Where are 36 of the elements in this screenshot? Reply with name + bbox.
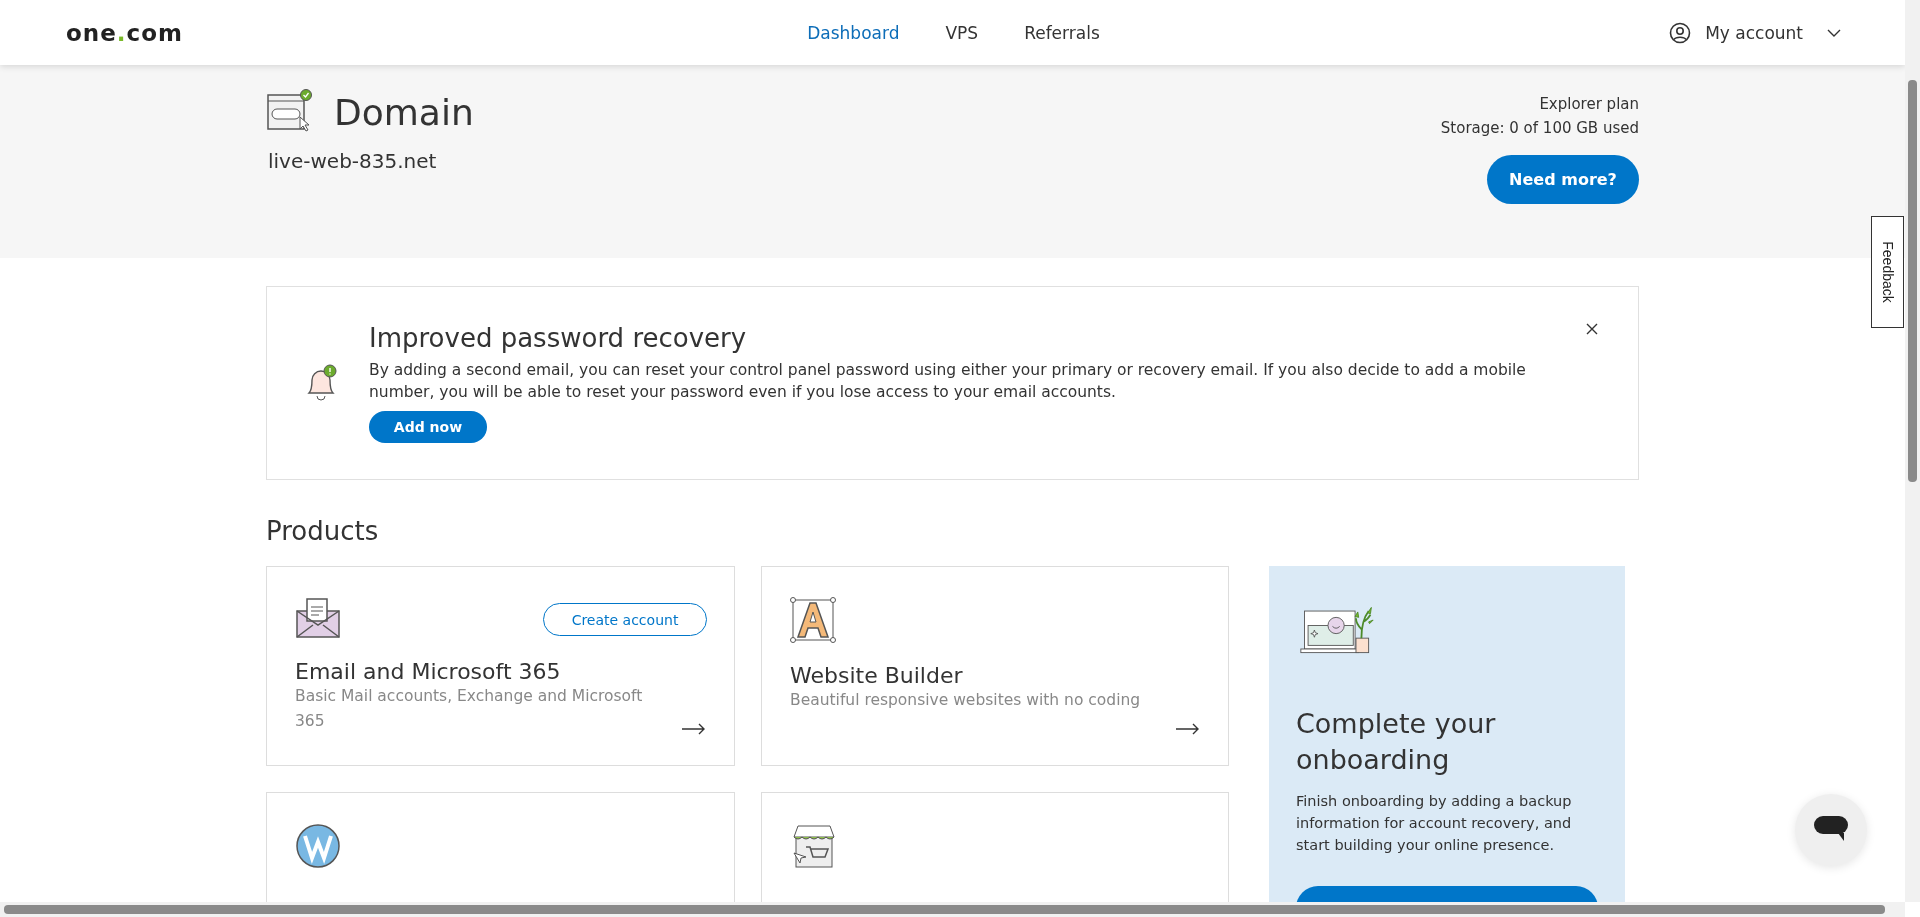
vertical-scrollbar[interactable] — [1905, 0, 1920, 902]
circle-w-icon — [295, 823, 341, 869]
product-description: Basic Mail accounts, Exchange and Microsoft 365 — [295, 686, 644, 732]
account-menu[interactable]: My account — [1541, 21, 1841, 44]
storage-usage: Storage: 0 of 100 GB used — [1440, 119, 1639, 137]
envelope-icon — [295, 597, 341, 639]
plan-name: Explorer plan — [1539, 95, 1639, 113]
domain-name: live-web-835.net — [268, 149, 438, 173]
onboarding-text: Finish onboarding by adding a backup information for account recovery, and start building your online presence. — [1296, 792, 1573, 856]
nav-link[interactable]: Dashboard — [807, 22, 900, 43]
notice-title: Improved password recovery — [369, 323, 747, 353]
need-more-button[interactable]: Need more? — [1487, 155, 1639, 204]
onboarding-title: Complete your onboarding — [1296, 707, 1497, 778]
product-description: Beautiful responsive websites with no coding — [790, 690, 1142, 711]
user-icon — [1669, 21, 1692, 44]
chat-button[interactable] — [1795, 794, 1867, 866]
nav-link[interactable]: Referrals — [1024, 22, 1100, 43]
add-now-button[interactable]: Add now — [369, 411, 487, 443]
logo[interactable]: one.com — [66, 19, 366, 46]
product-title: Email and Microsoft 365 — [295, 659, 562, 684]
section-heading: Products — [266, 516, 380, 546]
page-title: Domain — [334, 91, 474, 133]
product-card[interactable]: Create account Email and Microsoft 365 Basic Mail accounts, Exchange and Microsoft 365 — [266, 566, 735, 766]
arrow-right-icon[interactable] — [1176, 723, 1200, 735]
arrow-right-icon[interactable] — [682, 723, 706, 735]
product-title: Website Builder — [790, 663, 964, 688]
notice-text: By adding a second email, you can reset your control panel password using either your primary or recovery email. If you also decide to add a mobile number, you will be able to reset your password even if you lose access to your email accounts. — [369, 360, 1527, 403]
letter-frame-icon — [790, 597, 836, 643]
feedback-tab[interactable]: Feedback — [1871, 216, 1904, 328]
chevron-down-icon — [1827, 28, 1841, 37]
shop-icon — [790, 823, 836, 869]
product-card[interactable]: Website Builder Beautiful responsive websites with no coding — [761, 566, 1229, 766]
nav-link[interactable]: VPS — [945, 22, 979, 43]
horizontal-scrollbar[interactable] — [0, 902, 1905, 917]
create-account-button[interactable]: Create account — [543, 603, 707, 636]
close-icon — [1586, 323, 1598, 335]
